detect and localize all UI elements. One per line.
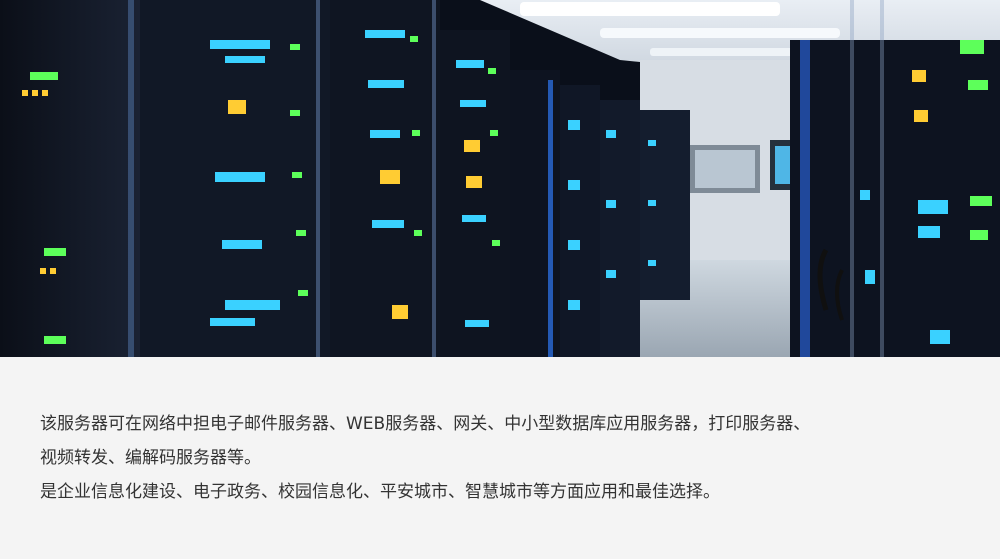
description-line-2: 视频转发、编解码服务器等。 xyxy=(40,448,261,468)
product-description: 该服务器可在网络中担电子邮件服务器、WEB服务器、网关、中小型数据库应用服务器，… xyxy=(40,407,970,509)
server-room-illustration xyxy=(0,0,1000,357)
description-panel: 该服务器可在网络中担电子邮件服务器、WEB服务器、网关、中小型数据库应用服务器，… xyxy=(0,357,1000,559)
description-line-1: 该服务器可在网络中担电子邮件服务器、WEB服务器、网关、中小型数据库应用服务器，… xyxy=(40,414,811,434)
hero-image xyxy=(0,0,1000,357)
description-line-3: 是企业信息化建设、电子政务、校园信息化、平安城市、智慧城市等方面应用和最佳选择。 xyxy=(40,482,720,502)
